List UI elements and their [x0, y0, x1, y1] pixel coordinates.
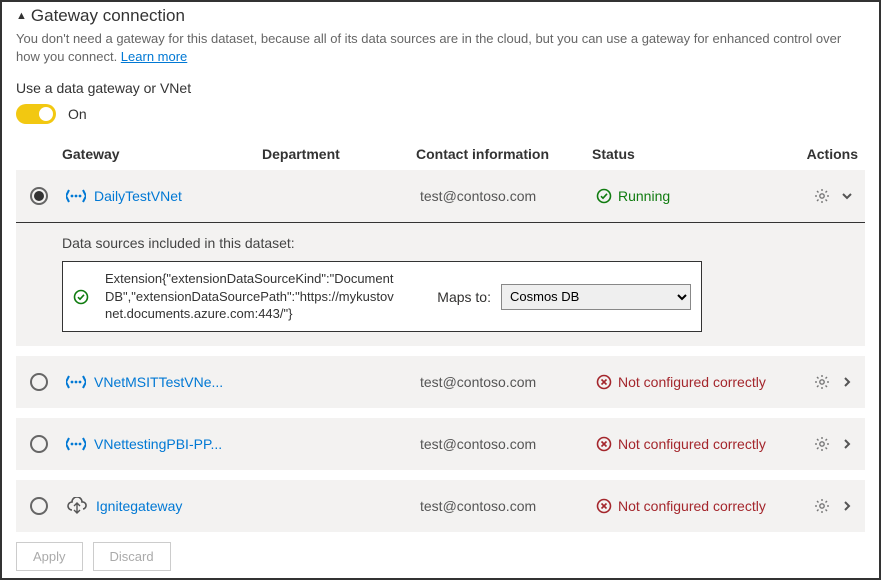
- vnet-icon: [66, 188, 86, 204]
- gateway-contact: test@contoso.com: [416, 434, 592, 454]
- gateway-name: VNettestingPBI-PP...: [94, 436, 222, 452]
- error-circle-icon: [596, 436, 612, 452]
- chevron-right-icon: [840, 437, 854, 451]
- gateway-name: VNetMSITTestVNe...: [94, 374, 223, 390]
- vnet-icon: [66, 436, 86, 452]
- gateway-actions: [806, 372, 866, 392]
- gateway-radio[interactable]: [30, 435, 48, 453]
- gateway-name-cell[interactable]: DailyTestVNet: [62, 186, 262, 206]
- gateway-department: [262, 504, 416, 508]
- datasource-panel: Data sources included in this dataset: Ex…: [16, 222, 865, 346]
- error-circle-icon: [596, 498, 612, 514]
- gateway-name: DailyTestVNet: [94, 188, 182, 204]
- col-gateway: Gateway: [62, 146, 262, 162]
- error-circle-icon: [596, 374, 612, 390]
- chevron-right-icon: [840, 375, 854, 389]
- col-contact: Contact information: [416, 146, 592, 162]
- gateway-department: [262, 194, 416, 198]
- datasource-caption: Data sources included in this dataset:: [62, 235, 855, 251]
- gateway-contact: test@contoso.com: [416, 186, 592, 206]
- gateway-department: [262, 442, 416, 446]
- gear-icon: [814, 188, 830, 204]
- col-actions: Actions: [806, 146, 866, 162]
- section-header[interactable]: ▲ Gateway connection: [16, 6, 865, 26]
- gateway-status: Not configured correctly: [592, 434, 806, 454]
- check-circle-icon: [596, 188, 612, 204]
- hint-text: You don't need a gateway for this datase…: [16, 30, 865, 66]
- discard-button[interactable]: Discard: [93, 542, 171, 571]
- toggle-state-label: On: [68, 106, 87, 122]
- toggle-caption: Use a data gateway or VNet: [16, 80, 865, 96]
- learn-more-link[interactable]: Learn more: [121, 49, 187, 64]
- gear-icon: [814, 436, 830, 452]
- maps-to-select[interactable]: Cosmos DB: [501, 284, 691, 310]
- gateway-status: Running: [592, 186, 806, 206]
- gear-icon: [814, 498, 830, 514]
- gateway-actions: [806, 186, 866, 206]
- gateway-connection-panel: ▲ Gateway connection You don't need a ga…: [0, 0, 881, 580]
- settings-button[interactable]: [814, 374, 830, 390]
- expand-button[interactable]: [840, 499, 854, 513]
- gateway-name-cell[interactable]: VNetMSITTestVNe...: [62, 372, 262, 392]
- col-status: Status: [592, 146, 806, 162]
- gateway-department: [262, 380, 416, 384]
- gateway-actions: [806, 496, 866, 516]
- gateway-contact: test@contoso.com: [416, 496, 592, 516]
- datasource-box: Extension{"extensionDataSourceKind":"Doc…: [62, 261, 702, 332]
- gateway-row: VNetMSITTestVNe... test@contoso.comNot co…: [16, 356, 865, 408]
- gateway-contact: test@contoso.com: [416, 372, 592, 392]
- collapse-icon: ▲: [16, 10, 27, 22]
- expand-button[interactable]: [840, 437, 854, 451]
- gateway-name: Ignitegateway: [96, 498, 182, 514]
- gateway-toggle[interactable]: [16, 104, 56, 124]
- gateway-status: Not configured correctly: [592, 496, 806, 516]
- check-circle-icon: [73, 289, 89, 305]
- gateway-radio[interactable]: [30, 373, 48, 391]
- settings-button[interactable]: [814, 188, 830, 204]
- gateway-row: DailyTestVNet test@contoso.comRunning: [16, 170, 865, 222]
- table-header: Gateway Department Contact information S…: [16, 138, 865, 170]
- section-title: Gateway connection: [31, 6, 185, 26]
- datasource-status-icon: [73, 289, 99, 305]
- gateway-row: VNettestingPBI-PP... test@contoso.comNot …: [16, 418, 865, 470]
- gateway-radio[interactable]: [30, 187, 48, 205]
- gateway-radio[interactable]: [30, 497, 48, 515]
- gateway-actions: [806, 434, 866, 454]
- maps-to-label: Maps to:: [405, 289, 495, 305]
- apply-button[interactable]: Apply: [16, 542, 83, 571]
- vnet-icon: [66, 374, 86, 390]
- gateway-status: Not configured correctly: [592, 372, 806, 392]
- settings-button[interactable]: [814, 498, 830, 514]
- chevron-down-icon: [840, 189, 854, 203]
- datasource-text: Extension{"extensionDataSourceKind":"Doc…: [105, 270, 399, 323]
- gateway-row: Ignitegateway test@contoso.comNot configu…: [16, 480, 865, 532]
- chevron-right-icon: [840, 499, 854, 513]
- settings-button[interactable]: [814, 436, 830, 452]
- expand-button[interactable]: [840, 189, 854, 203]
- col-department: Department: [262, 146, 416, 162]
- cloud-gateway-icon: [66, 497, 88, 515]
- gateway-name-cell[interactable]: VNettestingPBI-PP...: [62, 434, 262, 454]
- gear-icon: [814, 374, 830, 390]
- gateway-name-cell[interactable]: Ignitegateway: [62, 495, 262, 517]
- expand-button[interactable]: [840, 375, 854, 389]
